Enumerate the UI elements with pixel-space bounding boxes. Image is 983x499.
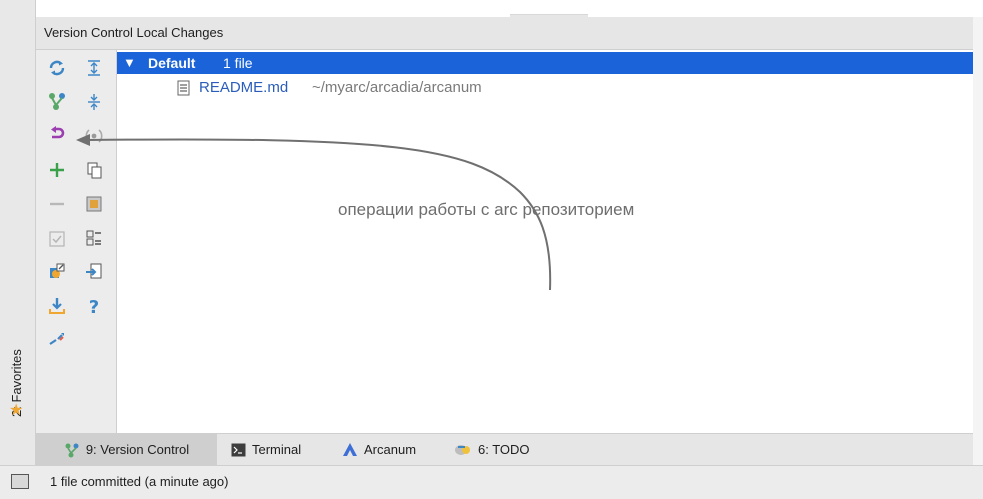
tab-todo-label: 6: TODO — [478, 442, 530, 457]
tool-window-bar: 9: Version Control Terminal Arcanum 6: T… — [36, 433, 973, 465]
arcanum-icon — [342, 442, 358, 457]
annotation-text: операции работы с arc репозиторием — [338, 200, 635, 219]
tab-version-control-label: 9: Version Control — [85, 442, 190, 457]
status-bar: 1 file committed (a minute ago) — [0, 465, 983, 499]
tab-version-control[interactable]: 9: Version Control — [36, 434, 217, 465]
status-text: 1 file committed (a minute ago) — [50, 474, 229, 489]
annotation-arrow — [76, 134, 552, 291]
tab-todo[interactable]: 6: TODO — [454, 434, 530, 465]
tool-windows-toggle-icon[interactable] — [11, 474, 29, 489]
todo-icon — [454, 442, 472, 457]
tab-terminal[interactable]: Terminal — [231, 434, 301, 465]
tab-arcanum[interactable]: Arcanum — [342, 434, 416, 465]
tab-terminal-label: Terminal — [252, 442, 302, 457]
tab-arcanum-label: Arcanum — [364, 442, 417, 457]
terminal-icon — [231, 443, 246, 457]
branch-icon — [64, 442, 80, 458]
